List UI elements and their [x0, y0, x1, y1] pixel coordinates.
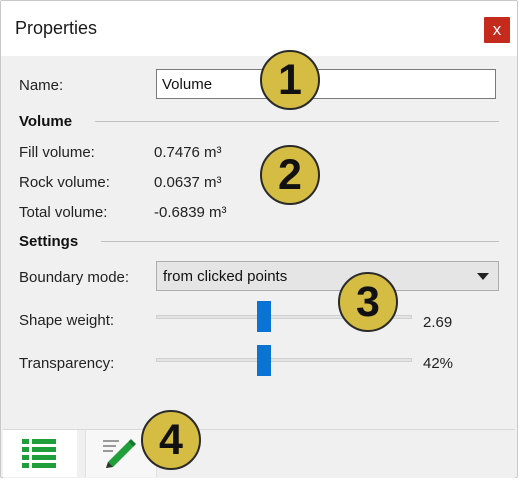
transparency-label: Transparency:: [19, 355, 115, 372]
settings-section-title: Settings: [19, 233, 79, 250]
name-label: Name:: [19, 77, 64, 94]
close-button[interactable]: x: [484, 17, 510, 43]
settings-separator: [101, 241, 499, 242]
shape-weight-value: 2.69: [423, 314, 453, 331]
shape-weight-slider-thumb[interactable]: [257, 301, 271, 332]
total-volume-label: Total volume:: [19, 204, 108, 221]
pencil-icon: [103, 439, 136, 468]
fill-volume-value: 0.7476 m³: [154, 144, 222, 161]
transparency-slider-thumb[interactable]: [257, 345, 271, 376]
rock-volume-value: 0.0637 m³: [154, 174, 222, 191]
rock-volume-label: Rock volume:: [19, 174, 110, 191]
volume-separator: [95, 121, 499, 122]
properties-panel: Name: Volume Fill volume: 0.7476 m³ Rock…: [3, 56, 515, 429]
transparency-value: 42%: [423, 355, 454, 372]
shape-weight-label: Shape weight:: [19, 312, 115, 329]
window-title: Properties: [15, 18, 98, 38]
callout-2: 2: [260, 145, 320, 205]
transparency-slider-track[interactable]: [156, 358, 412, 362]
callout-3: 3: [338, 272, 398, 332]
properties-window: Properties x Name: Volume Fill volume: 0…: [0, 0, 518, 478]
volume-section-title: Volume: [19, 113, 73, 130]
name-input[interactable]: [156, 69, 496, 99]
boundary-mode-selected: from clicked points: [163, 268, 288, 285]
tab-bar: [3, 429, 515, 478]
total-volume-value: -0.6839 m³: [154, 204, 227, 221]
fill-volume-label: Fill volume:: [19, 144, 95, 161]
close-icon: x: [492, 20, 502, 39]
boundary-mode-dropdown[interactable]: from clicked points: [156, 261, 499, 291]
callout-1: 1: [260, 50, 320, 110]
chevron-down-icon: [477, 273, 489, 280]
title-bar: Properties x: [1, 1, 517, 56]
tab-properties-list[interactable]: [3, 430, 77, 477]
callout-4: 4: [141, 410, 201, 470]
boundary-mode-label: Boundary mode:: [19, 269, 130, 286]
list-icon: [22, 439, 56, 468]
